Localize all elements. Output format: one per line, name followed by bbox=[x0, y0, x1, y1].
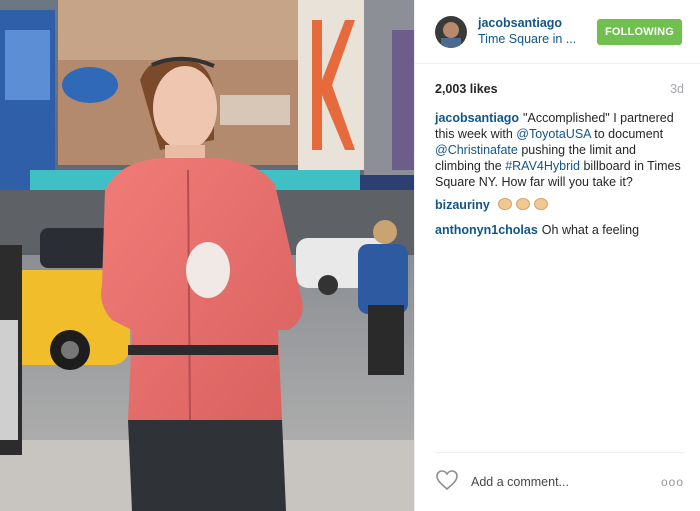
comment-username[interactable]: anthonyn1cholas bbox=[435, 223, 538, 237]
caption: jacobsantiago "Accomplished" I partnered … bbox=[435, 110, 684, 190]
post-footer: Add a comment... ooo bbox=[435, 452, 684, 511]
comment-text: Oh what a feeling bbox=[541, 223, 640, 237]
clap-emoji bbox=[497, 197, 549, 215]
street-photo-image bbox=[0, 0, 414, 511]
likes-count[interactable]: 2,003 likes bbox=[435, 82, 498, 96]
hashtag-rav4hybrid[interactable]: #RAV4Hybrid bbox=[505, 159, 580, 173]
post-stats: 2,003 likes 3d bbox=[415, 64, 700, 96]
caption-username[interactable]: jacobsantiago bbox=[435, 111, 519, 125]
comment: bizauriny bbox=[435, 197, 684, 215]
comments-list: jacobsantiago "Accomplished" I partnered … bbox=[415, 96, 700, 238]
add-comment-input[interactable]: Add a comment... bbox=[471, 475, 661, 489]
heart-icon[interactable] bbox=[435, 469, 459, 496]
mention-christinafate[interactable]: @Christinafate bbox=[435, 143, 518, 157]
header-username[interactable]: jacobsantiago bbox=[478, 16, 597, 31]
post-photo[interactable] bbox=[0, 0, 414, 511]
comment-username[interactable]: bizauriny bbox=[435, 198, 490, 212]
post-timestamp[interactable]: 3d bbox=[670, 82, 684, 96]
avatar[interactable] bbox=[435, 15, 467, 48]
avatar-image bbox=[435, 15, 467, 48]
header-location[interactable]: Time Square in ... bbox=[478, 31, 597, 47]
post-header: jacobsantiago Time Square in ... FOLLOWI… bbox=[415, 0, 700, 64]
comment: anthonyn1cholas Oh what a feeling bbox=[435, 222, 684, 238]
more-options-icon[interactable]: ooo bbox=[661, 475, 684, 489]
instagram-post: jacobsantiago Time Square in ... FOLLOWI… bbox=[0, 0, 700, 511]
header-text: jacobsantiago Time Square in ... bbox=[478, 16, 597, 47]
following-button[interactable]: FOLLOWING bbox=[596, 18, 682, 45]
post-sidebar: jacobsantiago Time Square in ... FOLLOWI… bbox=[414, 0, 700, 511]
caption-text: to document bbox=[590, 127, 664, 141]
mention-toyotausa[interactable]: @ToyotaUSA bbox=[516, 127, 591, 141]
